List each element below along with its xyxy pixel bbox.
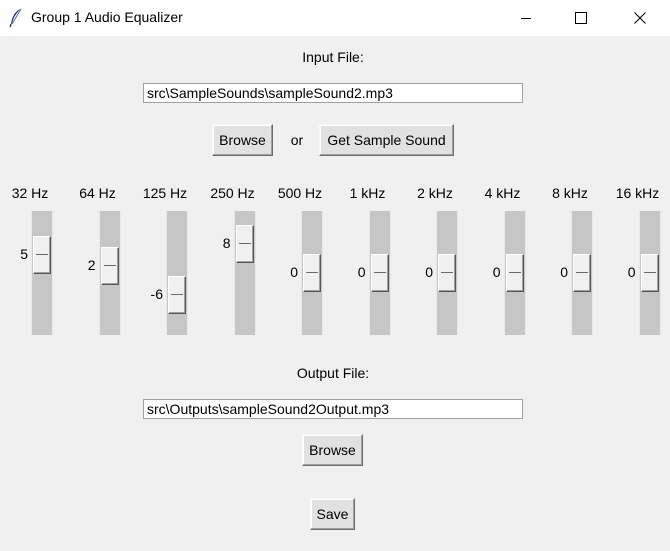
eq-slider-value: 0 (492, 264, 501, 280)
input-file-label: Input File: (302, 49, 364, 65)
eq-band: 16 kHz 0 (608, 185, 668, 340)
eq-slider-thumb[interactable] (573, 254, 591, 292)
save-button[interactable]: Save (310, 498, 355, 530)
eq-slider[interactable] (368, 211, 391, 335)
eq-band-label: 64 Hz (79, 185, 116, 201)
eq-slider-value: 2 (87, 257, 96, 273)
eq-band: 125 Hz -6 (135, 185, 195, 340)
eq-slider-thumb[interactable] (640, 254, 659, 292)
eq-band-label: 8 kHz (552, 185, 588, 201)
eq-slider[interactable] (571, 211, 593, 335)
or-label: or (290, 132, 304, 148)
minimize-button[interactable] (503, 0, 549, 36)
eq-band: 32 Hz 5 (0, 185, 60, 340)
eq-slider[interactable] (638, 211, 661, 335)
eq-band-label: 32 Hz (11, 185, 49, 201)
eq-slider[interactable] (233, 211, 256, 335)
eq-band: 250 Hz 8 (203, 185, 263, 340)
minimize-icon (521, 18, 531, 19)
eq-slider-thumb[interactable] (370, 254, 389, 292)
input-file-field[interactable] (143, 83, 523, 103)
eq-band-label: 250 Hz (210, 185, 255, 201)
get-sample-sound-button[interactable]: Get Sample Sound (319, 124, 454, 156)
eq-band: 4 kHz 0 (473, 185, 533, 340)
eq-band: 1 kHz 0 (338, 185, 398, 340)
eq-slider[interactable] (503, 211, 526, 335)
title-bar: Group 1 Audio Equalizer (0, 0, 670, 36)
eq-slider-thumb[interactable] (168, 276, 186, 314)
eq-band: 2 kHz 0 (405, 185, 465, 340)
eq-slider-thumb[interactable] (235, 225, 254, 263)
feather-icon (9, 8, 22, 28)
eq-band: 64 Hz 2 (68, 185, 128, 340)
eq-band-label: 16 kHz (615, 185, 660, 201)
close-icon (634, 12, 646, 24)
eq-slider-value: 8 (222, 235, 231, 251)
eq-band-label: 4 kHz (484, 185, 521, 201)
eq-band-label: 1 kHz (349, 185, 386, 201)
eq-slider-value: 0 (560, 264, 568, 280)
eq-slider-thumb[interactable] (438, 254, 456, 292)
eq-slider[interactable] (436, 211, 458, 335)
eq-band-label: 500 Hz (277, 185, 323, 201)
output-file-label: Output File: (296, 365, 370, 381)
eq-slider-value: 0 (627, 264, 636, 280)
eq-slider[interactable] (31, 211, 53, 335)
eq-slider-thumb[interactable] (505, 254, 524, 292)
eq-slider-value: -6 (150, 286, 163, 302)
maximize-button[interactable] (558, 0, 604, 36)
eq-band-label: 2 kHz (417, 185, 453, 201)
eq-slider-thumb[interactable] (303, 254, 321, 292)
eq-band: 500 Hz 0 (270, 185, 330, 340)
window-title: Group 1 Audio Equalizer (31, 9, 183, 25)
output-file-field[interactable] (143, 399, 523, 419)
eq-slider[interactable] (301, 211, 323, 335)
eq-slider-value: 0 (357, 264, 366, 280)
eq-band: 8 kHz 0 (540, 185, 600, 340)
maximize-icon (575, 12, 587, 24)
output-browse-button[interactable]: Browse (302, 434, 363, 466)
eq-slider-value: 0 (290, 264, 298, 280)
input-browse-button[interactable]: Browse (212, 124, 273, 156)
eq-slider[interactable] (166, 211, 188, 335)
eq-slider-value: 0 (425, 264, 433, 280)
eq-slider-thumb[interactable] (33, 236, 51, 274)
eq-slider-value: 5 (20, 246, 28, 262)
close-button[interactable] (617, 0, 663, 36)
eq-slider[interactable] (98, 211, 121, 335)
eq-band-label: 125 Hz (142, 185, 188, 201)
eq-slider-thumb[interactable] (100, 247, 119, 285)
